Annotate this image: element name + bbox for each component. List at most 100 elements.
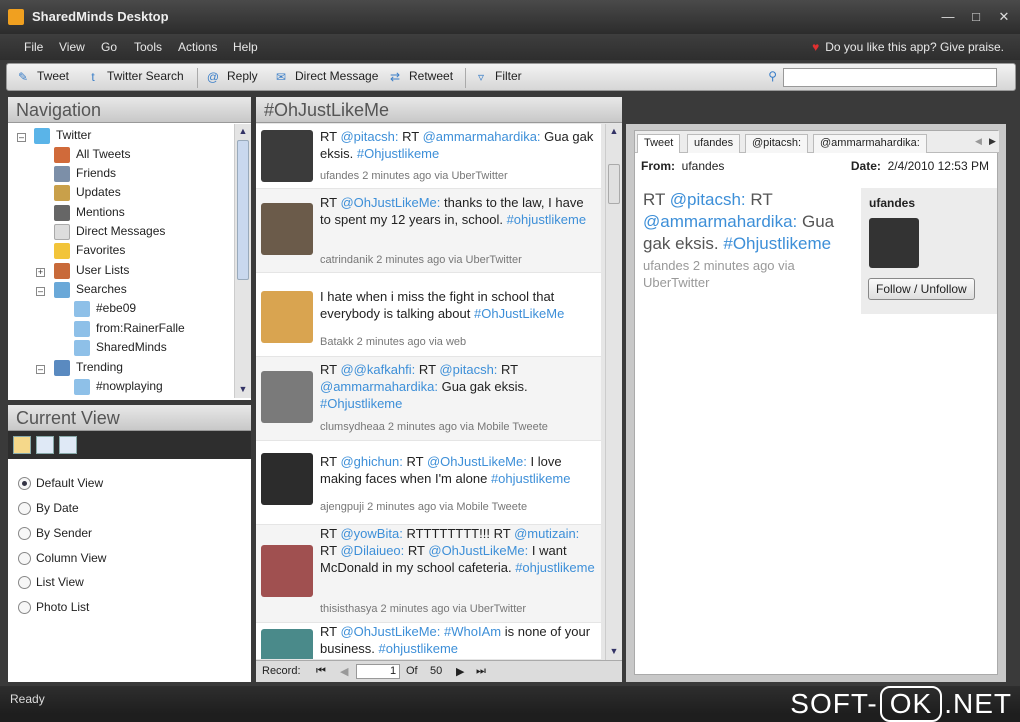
prev-page-icon[interactable]: ◀ [340, 665, 348, 678]
nav-item-search-rainerfalle[interactable]: from:RainerFalle [74, 321, 185, 337]
scroll-down-icon[interactable]: ▼ [606, 644, 622, 658]
watermark-right: .NET [944, 688, 1012, 719]
radio-dot [18, 502, 31, 516]
avatar [261, 545, 313, 597]
nav-item-user-lists[interactable]: User Lists [54, 263, 129, 279]
nav-item-twitter[interactable]: Twitter [34, 128, 91, 144]
scroll-down-icon[interactable]: ▼ [235, 382, 251, 396]
radio-dot [18, 576, 31, 590]
maximize-icon[interactable]: □ [966, 8, 986, 26]
tweet-text: RT @@kafkahfi: RT @pitacsh: RT @ammarmah… [320, 362, 528, 411]
view-details-icon[interactable] [59, 436, 77, 454]
tweet-item[interactable]: RT @yowBita: RTTTTTTTT!!! RT @mutizain: … [256, 525, 601, 623]
nav-label: All Tweets [76, 147, 131, 162]
tweet-button[interactable]: ✎ Tweet [15, 69, 69, 85]
total-pages: 50 [430, 665, 443, 677]
tweet-item[interactable]: RT @OhJustLikeMe: thanks to the law, I h… [256, 189, 601, 273]
nav-item-search-ebe09[interactable]: #ebe09 [74, 301, 136, 317]
people-icon [54, 263, 70, 279]
close-icon[interactable]: ✕ [994, 8, 1014, 26]
tweet-item[interactable]: RT @pitacsh: RT @ammarmahardika: Gua gak… [256, 124, 601, 189]
filter-icon: ▿ [477, 70, 485, 84]
from-row: From: ufandes [641, 159, 724, 173]
status-text: Ready [10, 692, 45, 706]
detail-tabs: Tweet ufandes @pitacsh: @ammarmahardika:… [635, 131, 999, 153]
nav-item-favorites[interactable]: Favorites [54, 243, 125, 259]
direct-message-button[interactable]: ✉ Direct Message [273, 69, 378, 85]
tab-ammarmahardika[interactable]: @ammarmahardika: [813, 134, 927, 153]
toolbar-separator [465, 68, 466, 88]
twitter-search-button[interactable]: t Twitter Search [85, 69, 183, 85]
pencil-icon [54, 185, 70, 201]
current-view-panel: Current View Default View By Date By Sen… [8, 405, 251, 682]
scroll-up-icon[interactable]: ▲ [606, 124, 622, 138]
page-input[interactable]: 1 [356, 664, 400, 679]
person-icon [54, 166, 70, 182]
search-icon [74, 321, 90, 337]
follow-unfollow-button[interactable]: Follow / Unfollow [868, 278, 975, 300]
view-columns-icon[interactable] [13, 436, 31, 454]
view-list-icon[interactable] [36, 436, 54, 454]
first-page-icon[interactable]: ⏮ [316, 665, 326, 678]
star-icon [54, 243, 70, 259]
watermark-mid: OK [879, 686, 943, 722]
nav-item-friends[interactable]: Friends [54, 166, 116, 182]
nav-item-nowplaying[interactable]: #nowplaying [74, 379, 163, 395]
minimize-icon[interactable]: — [938, 8, 958, 26]
nav-item-updates[interactable]: Updates [54, 185, 121, 201]
nav-item-all-tweets[interactable]: All Tweets [54, 147, 130, 163]
tweet-text: I hate when i miss the fight in school t… [320, 289, 565, 321]
nav-item-direct-messages[interactable]: Direct Messages [54, 224, 165, 240]
envelope-icon [54, 224, 70, 240]
last-page-icon[interactable]: ⏭ [476, 665, 486, 678]
radio-dot [18, 601, 31, 615]
profile-username: ufandes [869, 196, 916, 210]
timeline-scrollbar[interactable]: ▲ ▼ [605, 124, 622, 660]
collapse-trending-icon[interactable]: – [36, 365, 45, 374]
scroll-thumb[interactable] [237, 140, 249, 280]
radio-by-date[interactable]: By Date [18, 501, 79, 516]
radio-photo-list[interactable]: Photo List [18, 600, 89, 615]
radio-by-sender[interactable]: By Sender [18, 526, 92, 541]
tweet-list: RT @pitacsh: RT @ammarmahardika: Gua gak… [256, 124, 601, 659]
menu-view[interactable]: View [59, 40, 85, 54]
tab-scroll-right-icon[interactable]: ▶ [989, 136, 996, 147]
tab-ufandes[interactable]: ufandes [687, 134, 741, 153]
scroll-up-icon[interactable]: ▲ [235, 124, 251, 138]
radio-list-view[interactable]: List View [18, 575, 84, 590]
nav-item-mentions[interactable]: Mentions [54, 205, 125, 221]
navigation-scrollbar[interactable]: ▲ ▼ [234, 124, 251, 398]
nav-item-trending[interactable]: Trending [54, 360, 123, 376]
date-row: Date: 2/4/2010 12:53 PM [851, 159, 989, 173]
tab-tweet[interactable]: Tweet [637, 134, 681, 153]
nav-item-searches[interactable]: Searches [54, 282, 127, 298]
menu-actions[interactable]: Actions [178, 40, 217, 54]
expand-user-lists-icon[interactable]: + [36, 268, 45, 277]
collapse-searches-icon[interactable]: – [36, 287, 45, 296]
tweet-meta: ajengpuji 2 minutes ago via Mobile Tweet… [320, 501, 528, 513]
collapse-twitter-icon[interactable]: – [17, 133, 26, 142]
next-page-icon[interactable]: ▶ [456, 665, 464, 678]
tweet-item[interactable]: I hate when i miss the fight in school t… [256, 273, 601, 357]
tweet-item[interactable]: RT @@kafkahfi: RT @pitacsh: RT @ammarmah… [256, 357, 601, 441]
retweet-button[interactable]: ⇄ Retweet [387, 69, 453, 85]
tab-scroll-left-icon[interactable]: ◀ [975, 136, 982, 147]
search-input[interactable] [783, 68, 997, 87]
scroll-thumb[interactable] [608, 164, 620, 204]
twitter-bird-icon [34, 128, 50, 144]
tweet-item[interactable]: RT @ghichun: RT @OhJustLikeMe: I love ma… [256, 441, 601, 525]
tab-pitacsh[interactable]: @pitacsh: [745, 134, 809, 153]
radio-default-view[interactable]: Default View [18, 476, 103, 491]
menu-tools[interactable]: Tools [134, 40, 162, 54]
menu-help[interactable]: Help [233, 40, 258, 54]
detail-tweet-meta: ufandes 2 minutes ago via UberTwitter [643, 258, 795, 290]
tweet-item[interactable]: RT @OhJustLikeMe: #WhoIAm is none of you… [256, 623, 601, 659]
radio-column-view[interactable]: Column View [18, 551, 106, 566]
nav-item-search-sharedminds[interactable]: SharedMinds [74, 340, 167, 356]
menu-go[interactable]: Go [101, 40, 117, 54]
filter-button[interactable]: ▿ Filter [473, 69, 522, 85]
praise-link[interactable]: ♥ Do you like this app? Give praise. [812, 40, 1004, 54]
reply-button[interactable]: @ Reply [205, 69, 258, 85]
reply-icon: @ [206, 70, 220, 84]
menu-file[interactable]: File [24, 40, 43, 54]
